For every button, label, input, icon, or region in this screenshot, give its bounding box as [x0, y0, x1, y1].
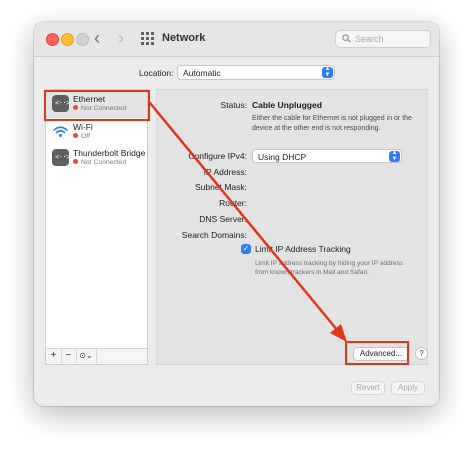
- service-name: Thunderbolt Bridge: [73, 148, 146, 158]
- service-status: Not Connected: [73, 105, 126, 112]
- location-popup[interactable]: Automatic ▲ ▼: [177, 65, 335, 80]
- limit-tracking-description: Limit IP address tracking by hiding your…: [255, 260, 404, 276]
- popup-stepper-icon: ▲ ▼: [322, 66, 333, 78]
- status-dot-icon: [73, 133, 78, 138]
- forward-chevron-icon[interactable]: ›: [118, 29, 124, 47]
- ethernet-icon: <··>: [52, 95, 70, 112]
- status-value: Cable Unplugged: [252, 100, 322, 110]
- status-dot-icon: [73, 105, 78, 110]
- search-field[interactable]: [335, 30, 431, 48]
- subnet-mask-label: Subnet Mask:: [195, 182, 247, 192]
- advanced-button[interactable]: Advanced...: [353, 347, 409, 361]
- service-list: <··> Ethernet Not Connected Wi-Fi Off <·…: [45, 89, 148, 365]
- limit-tracking-label: Limit IP Address Tracking: [255, 244, 351, 254]
- search-icon: [342, 34, 351, 43]
- configure-ipv4-value: Using DHCP: [258, 151, 307, 162]
- back-chevron-icon[interactable]: ‹: [94, 29, 100, 47]
- search-domains-label: Search Domains:: [181, 230, 247, 240]
- title-bar: ‹ › Network: [34, 22, 439, 57]
- service-status: Not Connected: [73, 159, 126, 166]
- status-description: Either the cable for Ethernet is not plu…: [252, 115, 412, 132]
- ip-address-label: IP Address:: [203, 167, 247, 177]
- close-window-button[interactable]: [46, 33, 59, 46]
- dns-server-label: DNS Server:: [199, 214, 247, 224]
- service-name: Wi-Fi: [73, 122, 93, 132]
- add-service-button[interactable]: +: [46, 349, 62, 363]
- service-item-ethernet[interactable]: <··> Ethernet Not Connected: [46, 92, 147, 118]
- status-dot-icon: [73, 159, 78, 164]
- limit-tracking-checkbox[interactable]: ✓: [241, 244, 251, 254]
- status-label: Status:: [220, 100, 247, 110]
- service-name: Ethernet: [73, 94, 106, 104]
- window-title: Network: [162, 32, 206, 44]
- help-button[interactable]: ?: [415, 347, 428, 360]
- service-item-wifi[interactable]: Wi-Fi Off: [46, 120, 147, 146]
- action-menu-button[interactable]: ⊙⌄: [76, 349, 97, 363]
- apply-button[interactable]: Apply: [391, 381, 425, 395]
- minimize-window-button[interactable]: [61, 33, 74, 46]
- configure-ipv4-popup[interactable]: Using DHCP ▲ ▼: [252, 149, 402, 163]
- location-value: Automatic: [183, 68, 221, 78]
- configure-ipv4-label: Configure IPv4:: [188, 151, 247, 161]
- search-input[interactable]: [355, 32, 427, 46]
- location-label: Location:: [139, 68, 174, 78]
- popup-stepper-icon: ▲ ▼: [389, 150, 400, 162]
- service-status: Off: [73, 133, 90, 140]
- thunderbolt-bridge-icon: <··>: [52, 149, 70, 166]
- service-detail-panel: Status: Cable Unplugged Either the cable…: [156, 89, 428, 365]
- service-item-thunderbolt-bridge[interactable]: <··> Thunderbolt Bridge Not Connected: [46, 146, 147, 172]
- router-label: Router:: [219, 198, 247, 208]
- network-preferences-window: ‹ › Network Location: Automatic ▲▼ <··> …: [34, 22, 439, 406]
- zoom-window-button[interactable]: [76, 33, 89, 46]
- revert-button[interactable]: Revert: [351, 381, 385, 395]
- show-all-grid-icon[interactable]: [141, 32, 154, 45]
- remove-service-button[interactable]: −: [61, 349, 77, 363]
- wifi-icon: [52, 123, 69, 140]
- service-list-toolbar: + − ⊙⌄: [46, 348, 147, 364]
